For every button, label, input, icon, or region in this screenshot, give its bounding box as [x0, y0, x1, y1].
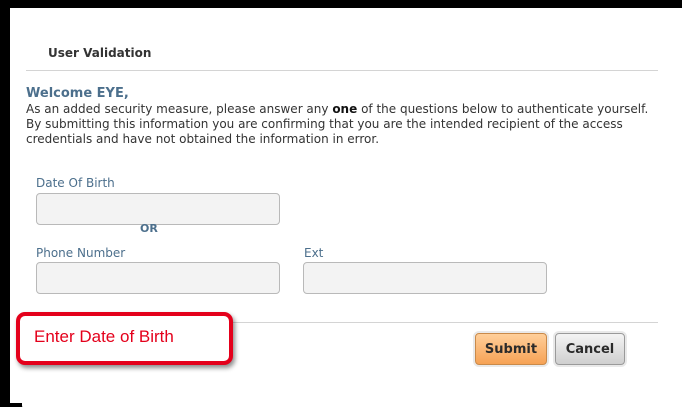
instruction-callout: Enter Date of Birth	[16, 312, 233, 365]
dialog-title: User Validation	[48, 46, 152, 60]
title-divider	[26, 70, 658, 71]
callout-text: Enter Date of Birth	[34, 327, 174, 346]
submit-button[interactable]: Submit	[475, 333, 547, 365]
phone-number-field[interactable]	[36, 262, 280, 294]
welcome-heading: Welcome EYE,	[26, 86, 129, 101]
or-separator: OR	[140, 222, 158, 235]
instructions-text-start: As an added security measure, please ans…	[26, 102, 333, 116]
ext-label: Ext	[304, 246, 324, 260]
instructions-text: As an added security measure, please ans…	[26, 102, 666, 147]
dob-label: Date Of Birth	[36, 176, 115, 190]
instructions-emphasis: one	[332, 102, 358, 116]
ext-field[interactable]	[303, 262, 547, 294]
cancel-button[interactable]: Cancel	[555, 333, 625, 365]
dob-field[interactable]	[36, 193, 280, 225]
phone-label: Phone Number	[36, 246, 126, 260]
